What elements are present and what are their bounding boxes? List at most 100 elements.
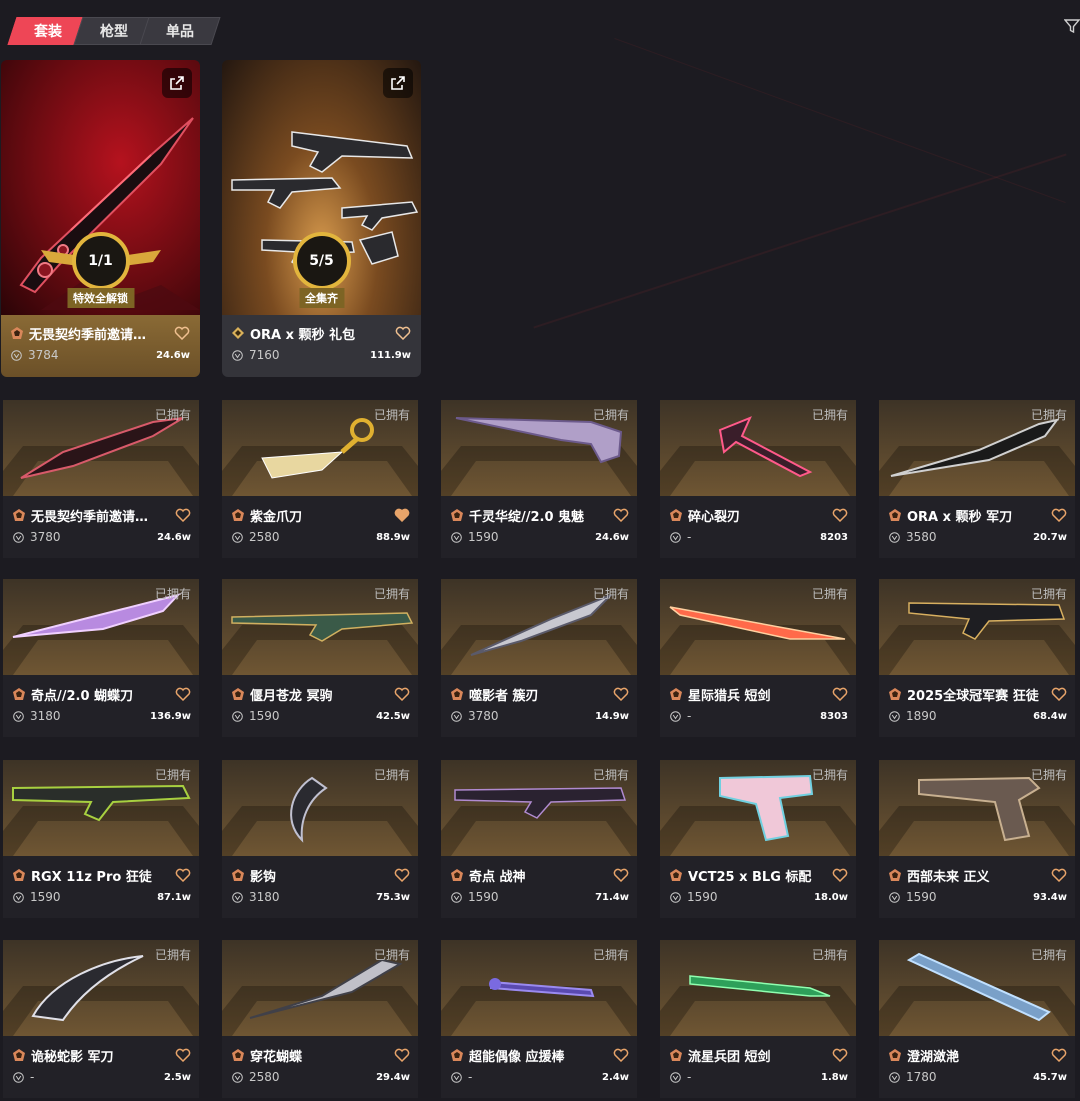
skin-card[interactable]: 已拥有 奇点//2.0 蝴蝶刀 3180 136.9w <box>3 579 199 737</box>
skin-artwork: 已拥有 <box>222 940 418 1036</box>
collection-progress-badge: 5/5 <box>292 232 351 290</box>
heart-icon[interactable] <box>1051 687 1067 701</box>
skin-name: 西部未来 正义 <box>907 869 990 885</box>
popularity-value: 1.8w <box>821 1071 848 1083</box>
skin-info: 影钩 3180 75.3w <box>222 856 418 918</box>
heart-icon[interactable] <box>613 1048 629 1062</box>
vp-currency-icon <box>232 1071 243 1083</box>
skin-card[interactable]: 已拥有 超能偶像 应援棒 - 2.4w <box>441 940 637 1098</box>
price-value: 2580 <box>249 530 280 544</box>
vp-currency-icon <box>232 710 243 722</box>
tier-icon <box>670 509 682 521</box>
skin-card[interactable]: 已拥有 星际猎兵 短剑 - 8303 <box>660 579 856 737</box>
heart-icon[interactable] <box>394 687 410 701</box>
tier-icon <box>232 1049 244 1061</box>
category-tabs: 套装 枪型 单品 <box>7 17 221 45</box>
skin-card[interactable]: 已拥有 奇点 战神 1590 71.4w <box>441 760 637 918</box>
skin-info: 奇点//2.0 蝴蝶刀 3180 136.9w <box>3 675 199 737</box>
skin-name: 千灵华绽//2.0 鬼魅 <box>469 509 585 525</box>
owned-label: 已拥有 <box>811 768 848 782</box>
bundle-card[interactable]: 5/5 全集齐 ORA x 颗秒 礼包 7160 111.9w <box>222 60 421 377</box>
skin-card[interactable]: 已拥有 2025全球冠军赛 狂徒 1890 68.4w <box>879 579 1075 737</box>
skin-name: 超能偶像 应援棒 <box>469 1049 565 1065</box>
skin-card[interactable]: 已拥有 流星兵团 短剑 - 1.8w <box>660 940 856 1098</box>
heart-icon[interactable] <box>394 868 410 882</box>
price-value: 3180 <box>249 890 280 904</box>
tab-label: 套装 <box>34 24 62 40</box>
heart-icon[interactable] <box>1051 508 1067 522</box>
owned-label: 已拥有 <box>373 587 410 601</box>
skin-info: 西部未来 正义 1590 93.4w <box>879 856 1075 918</box>
filter-icon[interactable] <box>1064 18 1080 34</box>
skin-artwork: 已拥有 <box>3 579 199 675</box>
tier-icon <box>13 1049 25 1061</box>
heart-icon[interactable] <box>175 687 191 701</box>
tier-icon <box>451 869 463 881</box>
skin-info: 奇点 战神 1590 71.4w <box>441 856 637 918</box>
skin-card[interactable]: 已拥有 紫金爪刀 2580 88.9w <box>222 400 418 558</box>
tier-icon <box>451 688 463 700</box>
heart-icon[interactable] <box>613 508 629 522</box>
skin-artwork: 已拥有 <box>879 940 1075 1036</box>
heart-icon[interactable] <box>832 868 848 882</box>
price-value: 1590 <box>468 530 499 544</box>
heart-icon[interactable] <box>832 1048 848 1062</box>
skin-artwork: 已拥有 <box>879 400 1075 496</box>
heart-icon[interactable] <box>174 326 190 340</box>
tier-icon <box>889 509 901 521</box>
skin-card[interactable]: 已拥有 ORA x 颗秒 军刀 3580 20.7w <box>879 400 1075 558</box>
skin-card[interactable]: 已拥有 诡秘蛇影 军刀 - 2.5w <box>3 940 199 1098</box>
heart-icon[interactable] <box>832 687 848 701</box>
heart-icon[interactable] <box>394 508 410 522</box>
skin-card[interactable]: 已拥有 VCT25 x BLG 标配 1590 18.0w <box>660 760 856 918</box>
bundle-card[interactable]: 1/1 特效全解锁 无畏契约季前邀请… 3784 24.6w <box>1 60 200 377</box>
price-value: 1590 <box>249 709 280 723</box>
skin-artwork: 已拥有 <box>660 579 856 675</box>
skin-info: 穿花蝴蝶 2580 29.4w <box>222 1036 418 1098</box>
skin-card[interactable]: 已拥有 影钩 3180 75.3w <box>222 760 418 918</box>
heart-icon[interactable] <box>394 1048 410 1062</box>
heart-icon[interactable] <box>395 326 411 340</box>
heart-icon[interactable] <box>175 1048 191 1062</box>
heart-icon[interactable] <box>832 508 848 522</box>
vp-currency-icon <box>889 710 900 722</box>
tier-icon <box>13 688 25 700</box>
heart-icon[interactable] <box>613 687 629 701</box>
owned-label: 已拥有 <box>154 948 191 962</box>
skin-card[interactable]: 已拥有 西部未来 正义 1590 93.4w <box>879 760 1075 918</box>
heart-icon[interactable] <box>1051 1048 1067 1062</box>
heart-icon[interactable] <box>1051 868 1067 882</box>
popularity-value: 24.6w <box>157 531 191 543</box>
owned-label: 已拥有 <box>154 768 191 782</box>
vp-currency-icon <box>451 891 462 903</box>
background-streak <box>533 153 1067 329</box>
popularity-value: 45.7w <box>1033 1071 1067 1083</box>
skin-card[interactable]: 已拥有 澄湖潋滟 1780 45.7w <box>879 940 1075 1098</box>
skin-name: 碎心裂刃 <box>688 509 741 525</box>
heart-icon[interactable] <box>613 868 629 882</box>
skin-card[interactable]: 已拥有 RGX 11z Pro 狂徒 1590 87.1w <box>3 760 199 918</box>
skin-card[interactable]: 已拥有 千灵华绽//2.0 鬼魅 1590 24.6w <box>441 400 637 558</box>
heart-icon[interactable] <box>175 868 191 882</box>
share-icon[interactable] <box>162 68 192 98</box>
tab-single-items[interactable]: 单品 <box>139 17 221 45</box>
popularity-value: 93.4w <box>1033 891 1067 903</box>
skin-card[interactable]: 已拥有 偃月苍龙 冥驹 1590 42.5w <box>222 579 418 737</box>
owned-label: 已拥有 <box>1030 587 1067 601</box>
skin-artwork: 已拥有 <box>441 579 637 675</box>
owned-label: 已拥有 <box>373 768 410 782</box>
owned-label: 已拥有 <box>592 587 629 601</box>
skin-artwork: 已拥有 <box>441 940 637 1036</box>
skin-card[interactable]: 已拥有 噬影者 簇刃 3780 14.9w <box>441 579 637 737</box>
heart-icon[interactable] <box>175 508 191 522</box>
tier-icon <box>670 869 682 881</box>
skin-card[interactable]: 已拥有 无畏契约季前邀请… 3780 24.6w <box>3 400 199 558</box>
skin-name: 噬影者 簇刃 <box>469 688 539 704</box>
skin-card[interactable]: 已拥有 碎心裂刃 - 8203 <box>660 400 856 558</box>
skin-card[interactable]: 已拥有 穿花蝴蝶 2580 29.4w <box>222 940 418 1098</box>
vp-currency-icon <box>889 531 900 543</box>
tier-icon <box>889 869 901 881</box>
price-value: - <box>687 530 692 544</box>
share-icon[interactable] <box>383 68 413 98</box>
popularity-value: 8203 <box>820 531 848 543</box>
